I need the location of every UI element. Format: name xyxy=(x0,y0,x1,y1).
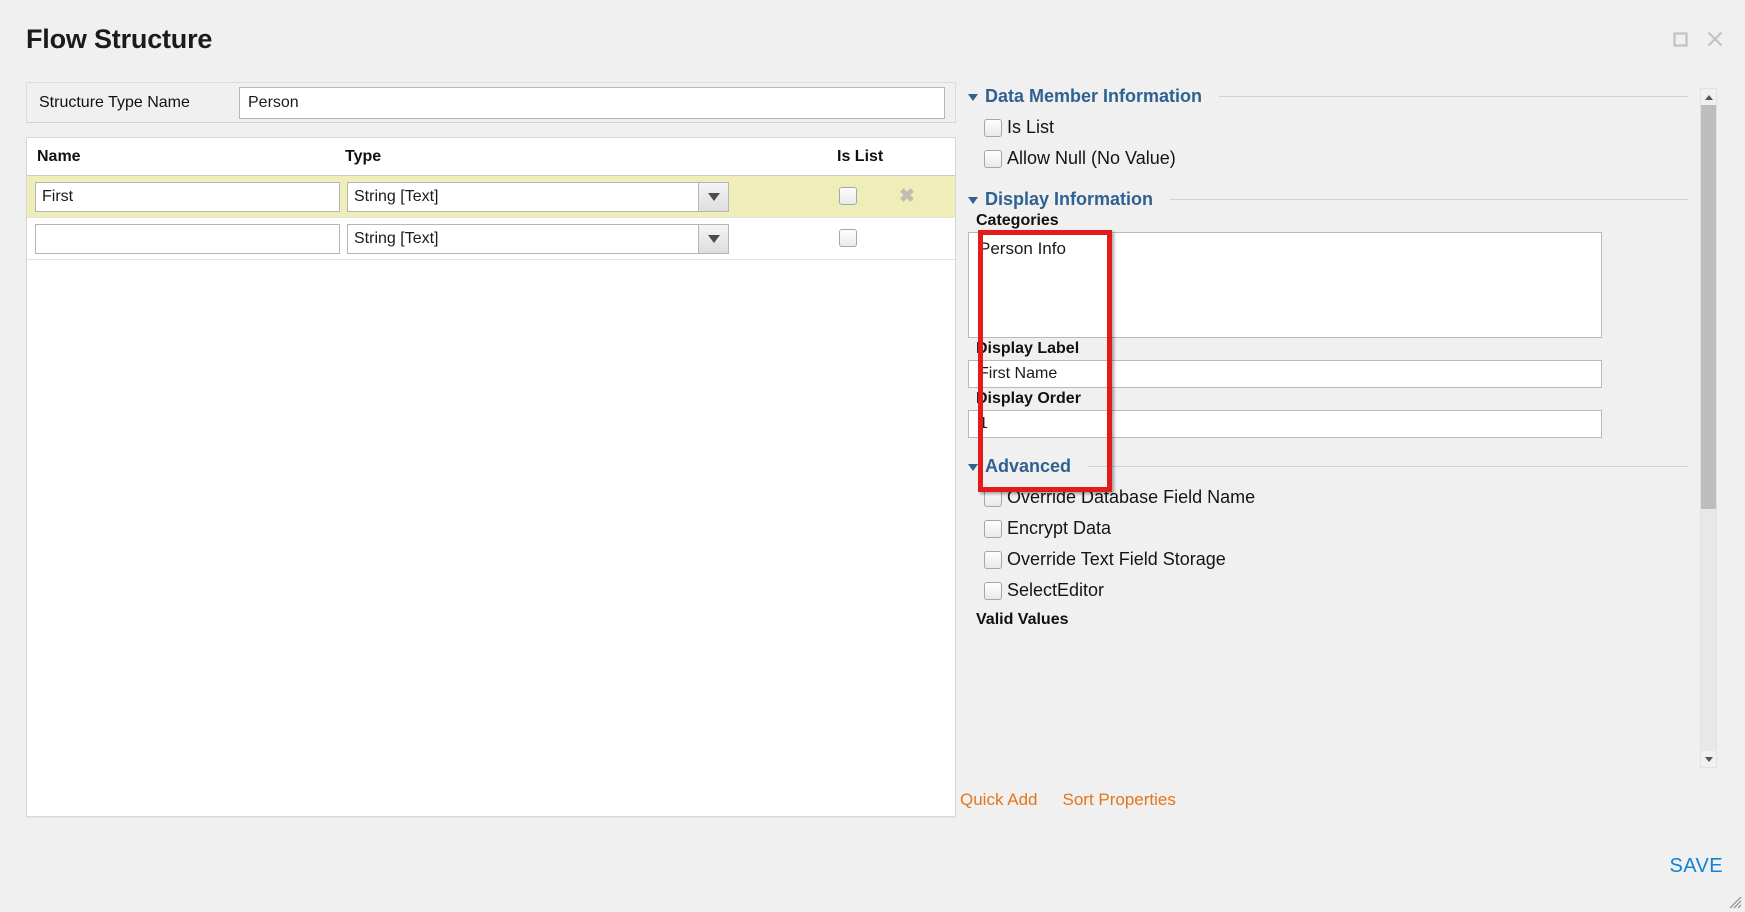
maximize-icon[interactable] xyxy=(1672,31,1689,48)
member-name-input[interactable] xyxy=(35,182,340,212)
chevron-down-icon[interactable] xyxy=(698,225,728,253)
checkbox-override-text-field-storage[interactable]: Override Text Field Storage xyxy=(984,549,1688,570)
checkbox-label: Override Text Field Storage xyxy=(1007,549,1226,569)
checkbox-box[interactable] xyxy=(984,519,1002,538)
sort-properties-link[interactable]: Sort Properties xyxy=(1063,790,1176,810)
column-header-name: Name xyxy=(37,148,81,165)
checkbox-box[interactable] xyxy=(984,488,1002,507)
chevron-down-icon xyxy=(968,464,978,471)
scroll-down-icon[interactable] xyxy=(1701,751,1716,767)
display-label-label: Display Label xyxy=(976,340,1080,357)
checkbox-label: SelectEditor xyxy=(1007,580,1105,600)
members-table-header: Name Type Is List xyxy=(27,138,955,176)
checkbox-label: Encrypt Data xyxy=(1007,518,1112,538)
properties-scrollbar[interactable] xyxy=(1700,88,1717,768)
section-divider xyxy=(1170,199,1688,200)
section-title: Display Information xyxy=(985,189,1154,209)
structure-type-name-label: Structure Type Name xyxy=(39,94,190,111)
section-divider xyxy=(1219,96,1688,97)
chevron-down-icon xyxy=(968,197,978,204)
checkbox-allow-null[interactable]: Allow Null (No Value) xyxy=(984,148,1688,169)
flow-structure-dialog: Flow Structure Structure Type Name Name … xyxy=(0,0,1745,912)
checkbox-box[interactable] xyxy=(984,581,1002,600)
section-title: Advanced xyxy=(985,456,1072,476)
page-title: Flow Structure xyxy=(26,24,213,54)
window-controls xyxy=(1672,29,1725,49)
scrollbar-thumb[interactable] xyxy=(1701,105,1716,509)
checkbox-label: Allow Null (No Value) xyxy=(1007,148,1176,168)
structure-type-name-input[interactable] xyxy=(239,87,945,119)
categories-listbox[interactable]: Person Info xyxy=(968,232,1602,338)
checkbox-select-editor[interactable]: SelectEditor xyxy=(984,580,1688,601)
title-bar: Flow Structure xyxy=(0,0,1745,72)
checkbox-encrypt-data[interactable]: Encrypt Data xyxy=(984,518,1688,539)
section-title: Data Member Information xyxy=(985,86,1203,106)
member-type-value: String [Text] xyxy=(354,188,439,205)
member-type-select[interactable]: String [Text] xyxy=(347,182,729,212)
list-item[interactable]: Person Info xyxy=(969,233,1601,259)
footer-links: Quick Add Sort Properties xyxy=(960,790,1176,810)
checkbox-label: Is List xyxy=(1007,117,1055,137)
quick-add-link[interactable]: Quick Add xyxy=(960,790,1038,810)
chevron-down-icon[interactable] xyxy=(698,183,728,211)
valid-values-label: Valid Values xyxy=(976,611,1069,628)
column-header-is-list: Is List xyxy=(837,148,884,165)
display-order-label: Display Order xyxy=(976,390,1081,407)
structure-type-name-container: Structure Type Name xyxy=(26,82,956,123)
scrollbar-track[interactable] xyxy=(1701,105,1716,751)
resize-grip-icon[interactable] xyxy=(1728,895,1742,909)
section-header-display-information[interactable]: Display Information xyxy=(968,189,1688,210)
structure-type-name-row: Structure Type Name xyxy=(26,82,956,123)
member-is-list-checkbox[interactable] xyxy=(839,229,857,247)
checkbox-label: Override Database Field Name xyxy=(1007,487,1256,507)
member-type-value: String [Text] xyxy=(354,230,439,247)
table-row[interactable]: String [Text] xyxy=(27,218,955,260)
checkbox-box[interactable] xyxy=(984,149,1002,168)
close-icon[interactable] xyxy=(1705,29,1725,49)
chevron-down-icon xyxy=(968,94,978,101)
delete-row-icon[interactable]: ✖ xyxy=(899,185,915,208)
member-name-input[interactable] xyxy=(35,224,340,254)
categories-label: Categories xyxy=(976,212,1059,229)
table-row[interactable]: String [Text] ✖ xyxy=(27,176,955,218)
member-is-list-checkbox[interactable] xyxy=(839,187,857,205)
section-header-data-member-information[interactable]: Data Member Information xyxy=(968,86,1688,107)
member-type-select[interactable]: String [Text] xyxy=(347,224,729,254)
display-label-input[interactable] xyxy=(968,360,1602,388)
display-order-input[interactable] xyxy=(968,410,1602,438)
checkbox-override-database-field-name[interactable]: Override Database Field Name xyxy=(984,487,1688,508)
section-divider xyxy=(1088,466,1688,467)
checkbox-is-list[interactable]: Is List xyxy=(984,117,1688,138)
section-header-advanced[interactable]: Advanced xyxy=(968,456,1688,477)
checkbox-box[interactable] xyxy=(984,118,1002,137)
members-table: Name Type Is List String [Text] ✖ String… xyxy=(26,137,956,817)
save-button[interactable]: SAVE xyxy=(1670,855,1723,878)
properties-panel: Data Member Information Is List Allow Nu… xyxy=(968,86,1688,774)
scroll-up-icon[interactable] xyxy=(1701,89,1716,105)
checkbox-box[interactable] xyxy=(984,550,1002,569)
column-header-type: Type xyxy=(345,148,382,165)
